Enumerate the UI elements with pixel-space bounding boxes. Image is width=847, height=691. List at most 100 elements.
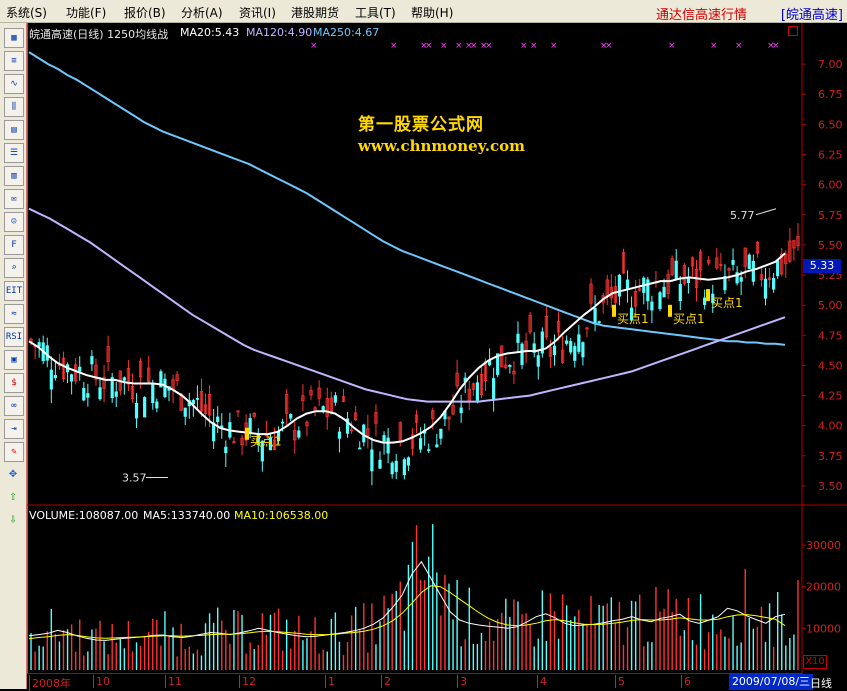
candle-body [224,446,228,454]
candle-body [163,378,167,398]
kline-chart[interactable]: 7.006.756.506.256.005.755.505.255.004.75… [0,0,847,689]
ma20-line [28,252,786,444]
candle-body [378,459,382,469]
candle-body [183,407,187,417]
buy-point-label: 买点1 [617,312,649,326]
candle-body [508,364,512,367]
signal-marker: × [605,41,613,51]
signal-marker: × [455,41,463,51]
candle-body [49,369,53,390]
buy-point-label: 买点1 [673,312,705,326]
candle-body [772,278,776,290]
price-tick-label: 4.50 [818,359,843,372]
candle-body [439,428,443,439]
volume-ma5-label: MA5:133740.00 [143,509,231,522]
signal-marker: × [735,41,743,51]
candle-body [427,449,431,452]
signal-marker: × [772,41,780,51]
high-price-label: 5.77 [730,209,755,222]
candle-body [281,421,285,424]
candle-body [134,403,139,419]
high-arrow [755,208,777,216]
candle-body [195,398,200,400]
candle-body [82,387,86,401]
date-tick-label: 10 [93,675,110,688]
volume-tick-label: 30000 [806,539,841,552]
candle-body [435,444,439,448]
candle-body [763,278,768,299]
candle-body [216,416,220,422]
candle-body [776,260,780,277]
candle-body [86,393,90,398]
candle-body [686,278,691,283]
candle-body [569,341,573,353]
signal-marker: × [310,41,318,51]
candle-body [402,459,406,476]
candle-body [658,292,662,309]
buy-point-marker [668,304,672,317]
candle-body [122,377,126,381]
candle-body [516,333,520,343]
close-icon[interactable] [788,26,798,36]
candle-body [151,383,155,404]
candle-body [358,447,362,450]
date-tick-label: 11 [165,675,182,688]
candle-body [70,374,74,382]
price-tick-label: 4.00 [818,420,843,433]
signal-marker: × [530,41,538,51]
price-tick-label: 7.00 [818,58,843,71]
volume-ma10-label: MA10:106538.00 [234,509,329,522]
stock-name: 皖通高速(日线) [29,28,104,41]
candle-body [337,431,342,439]
ma250-label: MA250:4.67 [313,26,380,39]
signal-marker: × [668,41,676,51]
volume-tick-label: 20000 [806,581,841,594]
candle-body [114,391,118,397]
candle-body [370,449,374,472]
date-tick-label: 3 [457,675,467,688]
price-tick-label: 6.50 [818,118,843,131]
candle-body [646,279,650,302]
candle-body [674,260,678,280]
date-tick-label: 5 [615,675,625,688]
signal-marker: × [440,41,448,51]
candle-body [747,254,751,270]
candle-body [98,387,102,400]
candle-body [191,400,195,405]
ma20-label: MA20:5.43 [180,26,240,39]
price-tick-label: 6.25 [818,149,843,162]
volume-label: VOLUME:108087.00 [29,509,139,522]
buy-point-marker [612,304,616,317]
candle-body [492,378,496,400]
candle-body [751,260,755,282]
volume-tick-label: 10000 [806,622,841,635]
buy-point-marker [706,289,710,302]
price-tick-label: 4.25 [818,390,843,403]
candle-body [593,308,597,324]
signal-marker: × [470,41,478,51]
candle-body [703,297,707,305]
candle-body [53,375,57,379]
candle-body [565,340,569,344]
signal-marker: × [425,41,433,51]
candle-body [552,345,557,356]
signal-marker: × [485,41,493,51]
signal-marker: × [550,41,558,51]
buy-point-label: 买点1 [711,296,743,310]
ma120-line [28,51,786,346]
candle-body [37,342,41,347]
signal-marker: × [520,41,528,51]
candle-body [418,438,423,450]
candle-body [90,356,94,365]
watermark-url: www.chnmoney.com [358,137,525,155]
date-tick-label: 1 [325,675,335,688]
candle-body [212,422,216,442]
watermark-cn: 第一股票公式网 [358,115,484,135]
price-tick-label: 5.00 [818,299,843,312]
stock-title: 皖通高速(日线) 1250均线战 [29,26,168,42]
current-price-badge: 5.33 [803,259,841,273]
ma120-label: MA120:4.90 [246,26,313,39]
candle-body [662,286,666,298]
candle-body [394,460,398,472]
candle-body [625,279,630,290]
